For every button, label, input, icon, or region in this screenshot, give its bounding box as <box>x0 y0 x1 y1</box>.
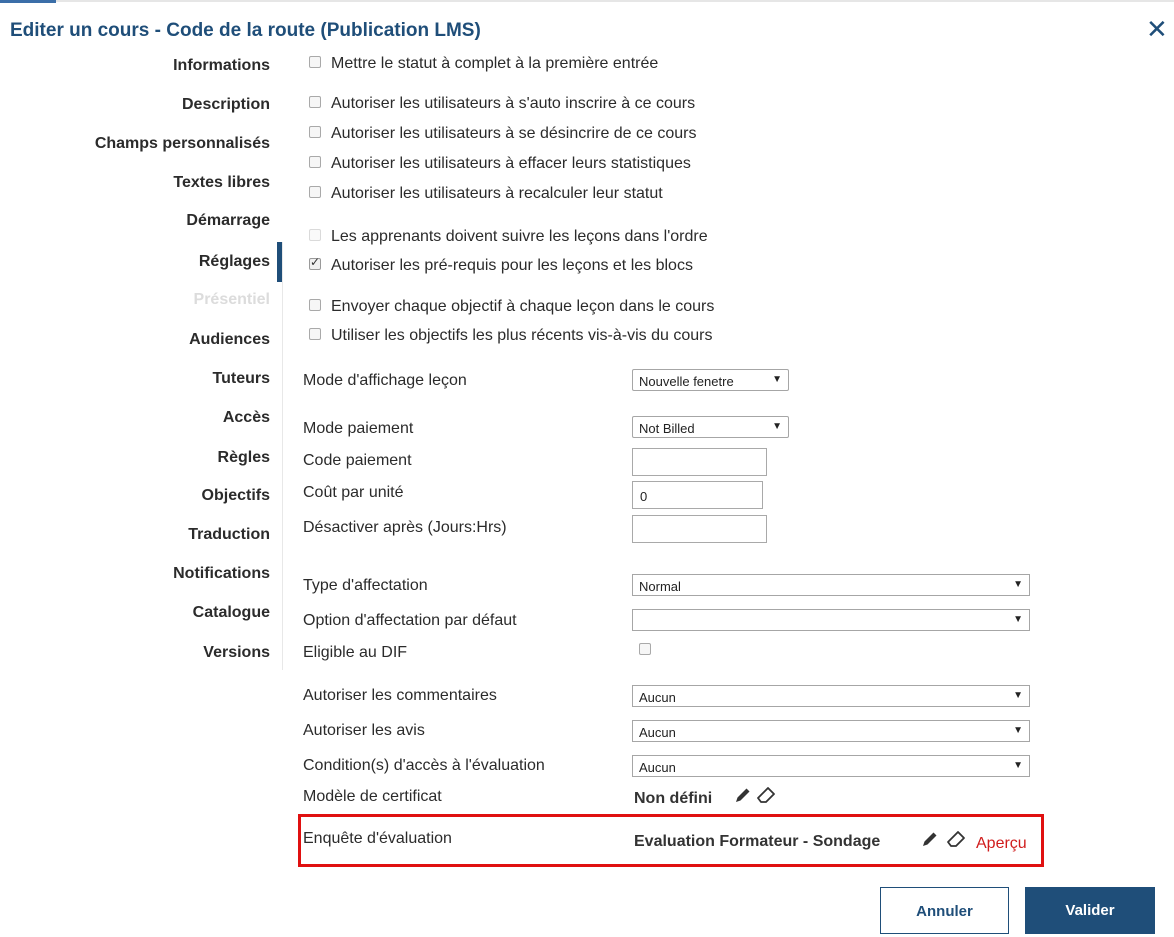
option-effacer-statistiques[interactable]: Autoriser les utilisateurs à effacer leu… <box>309 155 691 173</box>
sidebar-item-presentiel: Présentiel <box>193 291 270 308</box>
code-paiement-input[interactable] <box>632 448 767 476</box>
dialog-title: Editer un cours - Code de la route (Publ… <box>10 20 481 41</box>
dropdown-arrow-icon: ▼ <box>1013 760 1023 771</box>
sidebar-item-tuteurs[interactable]: Tuteurs <box>213 370 270 388</box>
label-avis: Autoriser les avis <box>303 722 425 739</box>
avis-select[interactable]: Aucun ▼ <box>632 720 1030 742</box>
option-affectation-select[interactable]: ▼ <box>632 609 1030 631</box>
type-affectation-select[interactable]: Normal ▼ <box>632 574 1030 596</box>
sidebar-item-audiences[interactable]: Audiences <box>189 331 270 349</box>
pencil-icon[interactable] <box>921 830 939 848</box>
label-certificat: Modèle de certificat <box>303 788 442 805</box>
eraser-icon[interactable] <box>946 829 966 849</box>
eligible-dif-checkbox[interactable] <box>639 643 651 655</box>
dropdown-arrow-icon: ▼ <box>1013 690 1023 701</box>
sidebar-item-objectifs[interactable]: Objectifs <box>202 487 270 505</box>
cout-unite-input[interactable]: 0 <box>632 481 763 509</box>
label-option-affectation: Option d'affectation par défaut <box>303 612 517 629</box>
option-objectifs-recents[interactable]: Utiliser les objectifs les plus récents … <box>309 327 712 345</box>
checkbox <box>309 228 321 241</box>
sidebar-item-reglages[interactable]: Réglages <box>199 253 270 271</box>
sidebar-item-versions[interactable]: Versions <box>203 644 270 662</box>
sidebar-item-champs-personnalises[interactable]: Champs personnalisés <box>95 135 270 153</box>
checkbox[interactable] <box>309 185 321 198</box>
dropdown-arrow-icon: ▼ <box>772 374 782 385</box>
label-eligible-dif: Eligible au DIF <box>303 644 408 661</box>
label-commentaires: Autoriser les commentaires <box>303 687 497 704</box>
checkbox-checked[interactable] <box>309 255 321 270</box>
option-statut-complet[interactable]: Mettre le statut à complet à la première… <box>309 55 658 73</box>
checkbox[interactable] <box>309 125 321 138</box>
sidebar-item-traduction[interactable]: Traduction <box>188 526 270 544</box>
sidebar-item-acces[interactable]: Accès <box>223 409 270 427</box>
certificat-value: Non défini <box>634 790 713 807</box>
checkbox[interactable] <box>309 55 321 68</box>
sidebar-item-textes-libres[interactable]: Textes libres <box>173 174 270 192</box>
checkbox[interactable] <box>309 155 321 168</box>
label-cout-unite: Coût par unité <box>303 484 404 501</box>
enquete-value: Evaluation Formateur - Sondage <box>634 833 881 850</box>
sidebar-item-notifications[interactable]: Notifications <box>173 565 270 583</box>
desactiver-input[interactable] <box>632 515 767 543</box>
label-mode-paiement: Mode paiement <box>303 420 414 437</box>
option-recalculer-statut[interactable]: Autoriser les utilisateurs à recalculer … <box>309 185 663 203</box>
pencil-icon[interactable] <box>734 786 752 804</box>
apercu-link[interactable]: Aperçu <box>976 835 1027 853</box>
dropdown-arrow-icon: ▼ <box>772 421 782 432</box>
label-mode-affichage: Mode d'affichage leçon <box>303 372 467 389</box>
label-enquete: Enquête d'évaluation <box>303 830 452 847</box>
validate-button[interactable]: Valider <box>1025 887 1155 934</box>
sidebar-item-demarrage[interactable]: Démarrage <box>186 212 270 230</box>
dropdown-arrow-icon: ▼ <box>1013 725 1023 736</box>
close-icon[interactable]: ✕ <box>1146 16 1168 42</box>
conditions-select[interactable]: Aucun ▼ <box>632 755 1030 777</box>
top-accent <box>0 0 56 3</box>
option-desinscription[interactable]: Autoriser les utilisateurs à se désincri… <box>309 125 697 143</box>
sidebar-divider <box>282 242 283 670</box>
checkbox[interactable] <box>309 95 321 108</box>
label-code-paiement: Code paiement <box>303 452 412 469</box>
mode-paiement-select[interactable]: Not Billed ▼ <box>632 416 789 438</box>
dropdown-arrow-icon: ▼ <box>1013 579 1023 590</box>
sidebar-item-regles[interactable]: Règles <box>218 449 270 467</box>
option-envoyer-objectif[interactable]: Envoyer chaque objectif à chaque leçon d… <box>309 298 714 316</box>
sidebar-item-description[interactable]: Description <box>182 96 270 114</box>
sidebar-item-informations[interactable]: Informations <box>173 57 270 75</box>
top-border <box>0 0 1174 2</box>
eraser-icon[interactable] <box>756 785 776 805</box>
label-desactiver: Désactiver après (Jours:Hrs) <box>303 519 507 536</box>
label-conditions: Condition(s) d'accès à l'évaluation <box>303 757 545 774</box>
option-pre-requis[interactable]: Autoriser les pré-requis pour les leçons… <box>309 255 693 275</box>
checkbox[interactable] <box>309 298 321 311</box>
sidebar-item-catalogue[interactable]: Catalogue <box>193 604 270 622</box>
option-auto-inscription[interactable]: Autoriser les utilisateurs à s'auto insc… <box>309 95 695 113</box>
commentaires-select[interactable]: Aucun ▼ <box>632 685 1030 707</box>
option-lecons-ordre: Les apprenants doivent suivre les leçons… <box>309 228 708 246</box>
cancel-button[interactable]: Annuler <box>880 887 1009 934</box>
mode-affichage-select[interactable]: Nouvelle fenetre ▼ <box>632 369 789 391</box>
label-type-affectation: Type d'affectation <box>303 577 428 594</box>
checkbox[interactable] <box>309 327 321 340</box>
dropdown-arrow-icon: ▼ <box>1013 614 1023 625</box>
